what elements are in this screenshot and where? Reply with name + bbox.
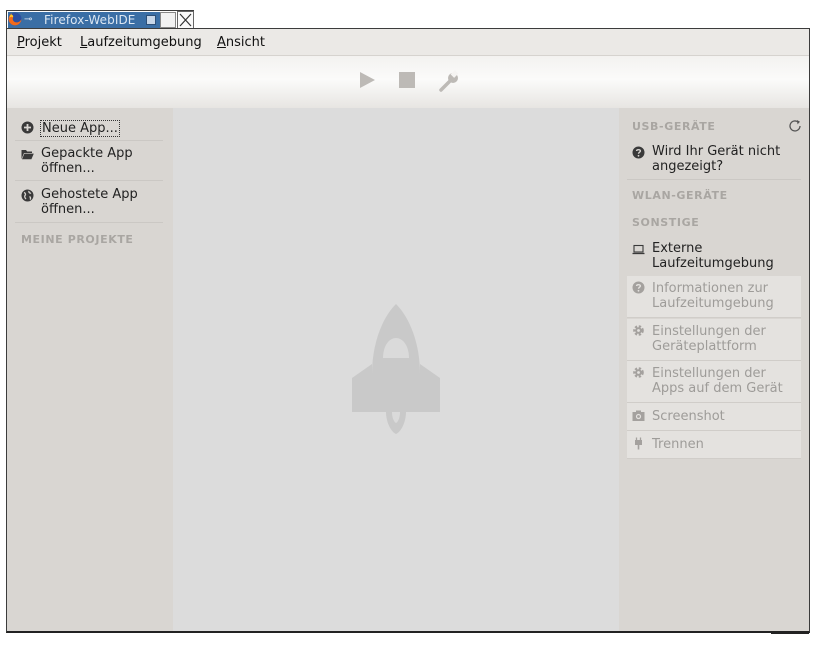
menu-mnemonic: A xyxy=(217,35,226,50)
open-hosted-app-label-line1: Gehostete App xyxy=(41,187,138,202)
device-preferences-button[interactable]: Einstellungen der Geräteplattform xyxy=(627,319,801,361)
wlan-devices-heading: WLAN-GERÄTE xyxy=(632,189,728,202)
globe-icon xyxy=(21,189,34,202)
usb-help-line2: angezeigt? xyxy=(652,159,724,174)
firefox-icon xyxy=(8,12,22,26)
toolbar xyxy=(7,56,809,108)
menu-mnemonic: P xyxy=(17,35,25,50)
window-resize-edge[interactable] xyxy=(771,632,809,634)
open-hosted-app-label-line2: öffnen... xyxy=(41,202,95,217)
gear-icon xyxy=(633,325,644,336)
disconnect-label: Trennen xyxy=(652,437,704,452)
close-button[interactable] xyxy=(177,11,194,29)
menubar: Projekt Laufzeitumgebung Ansicht xyxy=(7,29,809,56)
menu-label-rest: aufzeitumgebung xyxy=(87,35,202,50)
plus-circle-icon xyxy=(21,121,34,134)
camera-icon xyxy=(632,410,645,421)
plug-icon xyxy=(635,437,642,450)
external-runtime-item[interactable]: Externe Laufzeitumgebung xyxy=(627,241,801,275)
gear-icon xyxy=(633,367,644,378)
projects-sidebar: Neue App... Gepackte App öffnen... Gehos… xyxy=(7,108,173,631)
external-runtime-line2: Laufzeitumgebung xyxy=(652,256,774,271)
new-app-label: Neue App... xyxy=(40,120,120,137)
device-preferences-line2: Geräteplattform xyxy=(652,339,757,354)
runtime-info-line2: Laufzeitumgebung xyxy=(652,296,774,311)
play-icon xyxy=(360,72,375,88)
runtime-info-button[interactable]: Informationen zur Laufzeitumgebung xyxy=(627,276,801,318)
device-preferences-line1: Einstellungen der xyxy=(652,324,766,339)
menu-laufzeitumgebung[interactable]: Laufzeitumgebung xyxy=(80,35,202,50)
window-title-tab[interactable]: ⊸ Firefox-WebIDE xyxy=(6,10,194,29)
stop-button[interactable] xyxy=(397,70,417,94)
close-icon xyxy=(179,13,192,27)
help-icon xyxy=(632,281,645,294)
runtime-panel: USB-GERÄTE Wird Ihr Gerät nicht angezeig… xyxy=(619,108,809,631)
open-hosted-app-button[interactable]: Gehostete App öffnen... xyxy=(15,187,163,223)
minimize-button[interactable] xyxy=(146,15,156,25)
menu-label-rest: nsicht xyxy=(225,35,266,50)
refresh-icon[interactable] xyxy=(787,118,803,134)
device-app-settings-line1: Einstellungen der xyxy=(652,366,766,381)
device-app-settings-button[interactable]: Einstellungen der Apps auf dem Gerät xyxy=(627,361,801,403)
window-title: Firefox-WebIDE xyxy=(44,13,136,27)
screenshot-button[interactable]: Screenshot xyxy=(627,403,801,431)
help-icon xyxy=(632,146,645,159)
usb-help-line1: Wird Ihr Gerät nicht xyxy=(652,144,781,159)
usb-help-link[interactable]: Wird Ihr Gerät nicht angezeigt? xyxy=(627,144,801,178)
divider xyxy=(627,179,801,180)
new-app-button[interactable]: Neue App... xyxy=(15,119,163,141)
menu-label-rest: rojekt xyxy=(24,35,62,50)
open-packaged-app-label-line2: öffnen... xyxy=(41,161,95,176)
open-packaged-app-button[interactable]: Gepackte App öffnen... xyxy=(15,146,163,181)
pin-icon[interactable]: ⊸ xyxy=(24,13,32,27)
disconnect-button[interactable]: Trennen xyxy=(627,431,801,459)
main-content-area xyxy=(173,108,619,631)
menu-projekt[interactable]: Projekt xyxy=(17,35,62,50)
wrench-icon xyxy=(439,70,459,92)
screenshot-label: Screenshot xyxy=(652,409,725,424)
device-app-settings-line2: Apps auf dem Gerät xyxy=(652,381,783,396)
laptop-icon xyxy=(632,244,645,255)
play-button[interactable] xyxy=(357,70,377,94)
open-packaged-app-label-line1: Gepackte App xyxy=(41,146,133,161)
folder-icon xyxy=(21,150,34,160)
settings-wrench-button[interactable] xyxy=(437,70,461,98)
maximize-button[interactable] xyxy=(160,12,176,28)
external-runtime-line1: Externe xyxy=(652,241,703,256)
webide-window: Projekt Laufzeitumgebung Ansicht Neue Ap… xyxy=(6,28,810,633)
rocket-icon xyxy=(352,304,440,434)
stop-icon xyxy=(399,72,415,88)
runtime-info-line1: Informationen zur xyxy=(652,281,769,296)
my-projects-heading: MEINE PROJEKTE xyxy=(21,233,134,246)
usb-devices-heading: USB-GERÄTE xyxy=(632,120,716,133)
menu-ansicht[interactable]: Ansicht xyxy=(217,35,265,50)
other-heading: SONSTIGE xyxy=(632,216,700,229)
